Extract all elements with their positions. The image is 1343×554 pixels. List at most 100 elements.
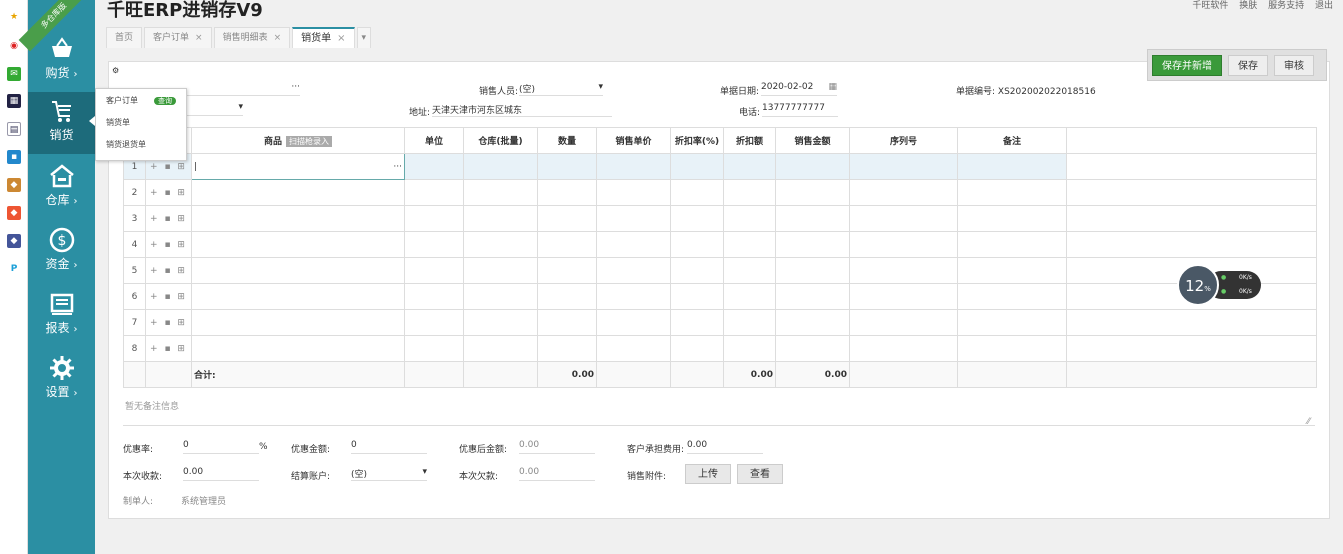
col-unit: 单位	[404, 127, 464, 154]
creator-label: 制单人:	[123, 497, 154, 507]
query-badge[interactable]: 查询	[154, 97, 176, 105]
audit-button[interactable]: 审核	[1274, 55, 1314, 76]
link-skin[interactable]: 换肤	[1239, 1, 1257, 11]
mail-icon[interactable]: ✉	[7, 67, 21, 81]
table-row[interactable]: 8 + ▪ ⊞	[123, 335, 1317, 362]
settings-small-icon[interactable]: ⚙	[112, 66, 119, 75]
discount-rate-input[interactable]: 0	[183, 440, 259, 454]
customer-fee-input[interactable]: 0.00	[687, 440, 763, 454]
report-icon	[50, 293, 73, 315]
date-input[interactable]: 2020-02-02 ▦	[761, 82, 837, 96]
upload-speed: 0K/s	[1239, 274, 1252, 281]
creator-value: 系统管理员	[181, 497, 227, 507]
tab-home[interactable]: 首页	[106, 27, 143, 48]
save-button[interactable]: 保存	[1228, 55, 1268, 76]
phone-label: 电话:	[739, 108, 761, 118]
table-row[interactable]: 2 + ▪ ⊞	[123, 179, 1317, 206]
tab-customer-order[interactable]: 客户订单 ×	[144, 27, 212, 48]
link-logout[interactable]: 退出	[1315, 1, 1333, 11]
game-icon[interactable]: ◆	[7, 178, 21, 192]
resize-handle-icon[interactable]: ⁄⁄	[1307, 417, 1310, 427]
doc-icon[interactable]: ▤	[7, 122, 21, 136]
row-ops-icons[interactable]: + ▪ ⊞	[145, 179, 192, 206]
network-speed-widget[interactable]: 12% ● 0K/s ● 0K/s	[1177, 264, 1261, 306]
tab-menu-chevron-icon[interactable]: ▾	[356, 27, 372, 48]
row-ops-icons[interactable]: + ▪ ⊞	[145, 309, 192, 336]
table-row[interactable]: 4 + ▪ ⊞	[123, 231, 1317, 258]
customer-type-select[interactable]: ▾	[187, 102, 243, 116]
link-support[interactable]: 服务支持	[1268, 1, 1304, 11]
tab-sales-order[interactable]: 销货单 ×	[292, 27, 355, 48]
received-label: 本次收款:	[123, 472, 163, 482]
received-input[interactable]: 0.00	[183, 467, 259, 481]
sidebar-item-warehouse[interactable]: 仓库 ›	[28, 157, 95, 219]
row-ops-icons[interactable]: + ▪ ⊞	[145, 283, 192, 310]
sidebar-item-sales[interactable]: 销货	[28, 92, 95, 154]
link-company[interactable]: 千旺软件	[1192, 1, 1228, 11]
submenu-item-sales-order[interactable]: 销货单	[106, 117, 130, 128]
scan-input-button[interactable]: 扫描枪录入	[286, 136, 332, 147]
row-ops-icons[interactable]: + ▪ ⊞	[145, 231, 192, 258]
product-input[interactable]: | ···	[191, 153, 405, 180]
calendar-icon: ▦	[828, 82, 837, 92]
account-label: 结算账户:	[291, 472, 331, 482]
totals-row: 合计: 0.00 0.00 0.00	[123, 361, 1317, 388]
discount-amount-input[interactable]: 0	[351, 440, 427, 454]
col-price: 销售单价	[596, 127, 671, 154]
upload-button[interactable]: 上传	[685, 464, 731, 484]
close-icon[interactable]: ×	[337, 33, 345, 44]
address-input[interactable]: 天津天津市河东区城东	[432, 103, 612, 117]
close-icon[interactable]: ×	[274, 33, 282, 43]
row-ops-icons[interactable]: + ▪ ⊞	[145, 257, 192, 284]
row-ops-icons[interactable]: + ▪ ⊞	[145, 335, 192, 362]
sidebar-item-settings[interactable]: 设置 ›	[28, 349, 95, 411]
total-discount: 0.00	[723, 361, 776, 388]
submenu-item-sales-return[interactable]: 销货退货单	[106, 139, 146, 150]
game3-icon[interactable]: ◆	[7, 234, 21, 248]
percent-sign: %	[259, 442, 268, 452]
cpu-percent: 12%	[1177, 264, 1219, 306]
sidebar-item-reports[interactable]: 报表 ›	[28, 285, 95, 347]
dollar-icon: $	[49, 227, 74, 253]
col-product: 商品 扫描枪录入	[191, 127, 405, 154]
table-row[interactable]: 3 + ▪ ⊞	[123, 205, 1317, 232]
app-icon[interactable]: ▦	[7, 94, 21, 108]
table-header-row: 商品 扫描枪录入 单位 仓库(批量) 数量 销售单价 折扣率(%) 折扣额 销售金…	[123, 127, 1317, 154]
table-row[interactable]: 7 + ▪ ⊞	[123, 309, 1317, 336]
attachment-label: 销售附件:	[627, 472, 667, 482]
chat-icon[interactable]: ▪	[7, 150, 21, 164]
discount-rate-label: 优惠率:	[123, 445, 154, 455]
col-discount-rate: 折扣率(%)	[670, 127, 724, 154]
app-title: 千旺ERP进销存V9	[107, 0, 263, 21]
remark-area[interactable]: 暂无备注信息	[125, 399, 179, 412]
col-amount: 销售金额	[775, 127, 850, 154]
view-button[interactable]: 查看	[737, 464, 783, 484]
tab-sales-detail[interactable]: 销售明细表 ×	[213, 27, 291, 48]
after-discount-value: 0.00	[519, 440, 595, 454]
account-select[interactable]: (空) ▾	[351, 467, 427, 481]
warehouse-icon	[49, 164, 74, 188]
header: 千旺ERP进销存V9 千旺软件 换肤 服务支持 退出	[95, 0, 1343, 26]
save-and-new-button[interactable]: 保存并新增	[1152, 55, 1222, 76]
browser-favorites-strip: ★ ◉ ✉ ▦ ▤ ▪ ◆ ◆ ◆ P	[0, 0, 28, 554]
row-ops-icons[interactable]: + ▪ ⊞	[145, 205, 192, 232]
col-warehouse[interactable]: 仓库(批量)	[463, 127, 538, 154]
cart-icon	[51, 101, 71, 122]
game2-icon[interactable]: ◆	[7, 206, 21, 220]
gear-icon	[49, 356, 74, 380]
p-icon[interactable]: P	[7, 262, 21, 276]
download-speed: 0K/s	[1239, 288, 1252, 295]
phone-input[interactable]: 13777777777	[762, 103, 838, 117]
star-icon[interactable]: ★	[7, 10, 21, 24]
table-row[interactable]: 5 + ▪ ⊞	[123, 257, 1317, 284]
table-row[interactable]: 1 + ▪ ⊞ | ···	[123, 153, 1317, 180]
table-row[interactable]: 6 + ▪ ⊞	[123, 283, 1317, 310]
customer-picker[interactable]: ···	[187, 82, 300, 96]
sales-person-select[interactable]: (空) ▾	[519, 82, 603, 96]
total-amount: 0.00	[775, 361, 850, 388]
submenu-item-customer-order[interactable]: 客户订单 查询	[106, 95, 176, 106]
sidebar-item-purchase[interactable]: 购货 ›	[28, 30, 95, 92]
sidebar-item-funds[interactable]: $ 资金 ›	[28, 221, 95, 283]
close-icon[interactable]: ×	[195, 33, 203, 43]
action-bar: 保存并新增 保存 审核	[1147, 49, 1327, 81]
